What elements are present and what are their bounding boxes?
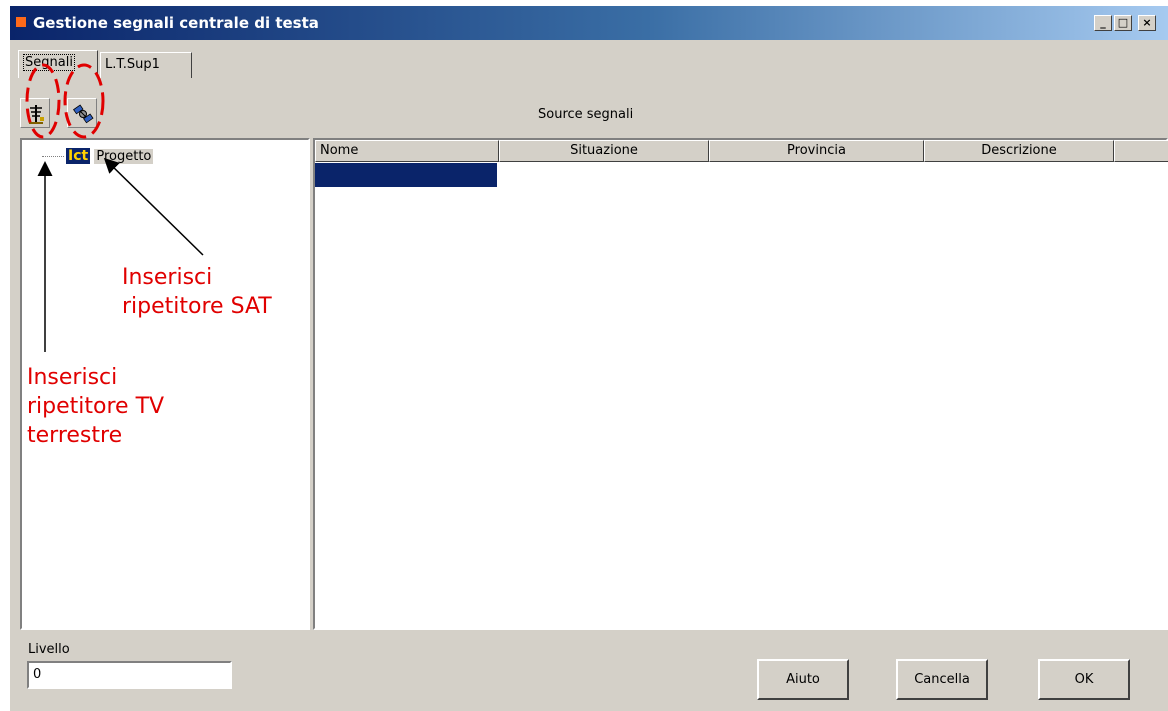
tree-connector: [42, 156, 64, 157]
tab-segnali[interactable]: Segnali: [18, 50, 98, 78]
level-input[interactable]: 0: [27, 661, 232, 689]
column-header-descrizione[interactable]: Descrizione: [924, 140, 1114, 162]
level-value: 0: [33, 667, 42, 682]
column-header-filler: [1114, 140, 1168, 162]
maximize-button[interactable]: □: [1114, 15, 1132, 31]
insert-terrestrial-repeater-button[interactable]: [20, 98, 50, 128]
table-row-selected[interactable]: [315, 163, 497, 187]
annotation-sat: Inserisci ripetitore SAT: [122, 265, 272, 319]
insert-sat-repeater-button[interactable]: [67, 98, 97, 128]
tree-item-label: Progetto: [94, 149, 154, 164]
minimize-button[interactable]: _: [1094, 15, 1112, 31]
source-label: Source segnali: [538, 107, 634, 122]
title-bar[interactable]: Gestione segnali centrale di testa _ □ ×: [10, 6, 1168, 40]
window-title: Gestione segnali centrale di testa: [33, 14, 319, 32]
satellite-icon: [73, 104, 94, 124]
app-icon: [16, 17, 26, 27]
help-button[interactable]: Aiuto: [757, 659, 849, 700]
antenna-icon: [29, 105, 44, 124]
ok-button[interactable]: OK: [1038, 659, 1130, 700]
annotation-tv: Inserisci ripetitore TV terrestre: [27, 365, 165, 448]
ict-icon: Ict: [66, 148, 91, 164]
tab-lt-sup1[interactable]: L.T.Sup1: [100, 52, 192, 78]
dialog-window: Gestione segnali centrale di testa _ □ ×…: [10, 6, 1168, 711]
signals-table[interactable]: Nome Situazione Provincia Descrizione: [313, 138, 1168, 630]
column-header-nome[interactable]: Nome: [315, 140, 499, 162]
tree-item-progetto[interactable]: Ict Progetto: [42, 148, 154, 164]
close-button[interactable]: ×: [1138, 15, 1156, 31]
cancel-button[interactable]: Cancella: [896, 659, 988, 700]
column-header-situazione[interactable]: Situazione: [499, 140, 709, 162]
level-label: Livello: [28, 642, 70, 657]
column-header-provincia[interactable]: Provincia: [709, 140, 924, 162]
